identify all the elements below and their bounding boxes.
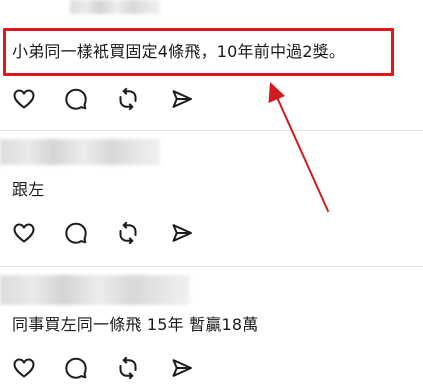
reply-button[interactable] [63,220,89,246]
comment-bubble-icon [65,357,87,379]
share-send-icon [172,90,192,108]
blurred-username [70,0,160,14]
like-button[interactable] [11,355,37,381]
comment-actions [11,355,201,381]
comment-actions [11,220,201,246]
blurred-username [0,275,190,305]
comment-bubble-icon [65,222,87,244]
reply-button[interactable] [63,355,89,381]
comment-bubble-icon [65,88,87,110]
share-button[interactable] [169,220,195,246]
share-button[interactable] [169,355,195,381]
repost-button[interactable] [115,86,141,112]
heart-icon [13,89,35,109]
red-highlight-box [3,28,394,76]
share-button[interactable] [169,86,195,112]
like-button[interactable] [11,220,37,246]
blurred-username [0,139,160,165]
heart-icon [13,223,35,243]
divider [0,266,423,267]
like-button[interactable] [11,86,37,112]
repost-icon [119,87,137,111]
repost-button[interactable] [115,220,141,246]
comment-text: 同事買左同一條飛 15年 暫贏18萬 [12,315,259,334]
share-send-icon [172,224,192,242]
reply-button[interactable] [63,86,89,112]
repost-button[interactable] [115,355,141,381]
comment-text: 跟左 [12,180,45,199]
share-send-icon [172,359,192,377]
comment-actions [11,86,201,112]
repost-icon [119,221,137,245]
heart-icon [13,358,35,378]
repost-icon [119,356,137,380]
divider [0,130,423,131]
